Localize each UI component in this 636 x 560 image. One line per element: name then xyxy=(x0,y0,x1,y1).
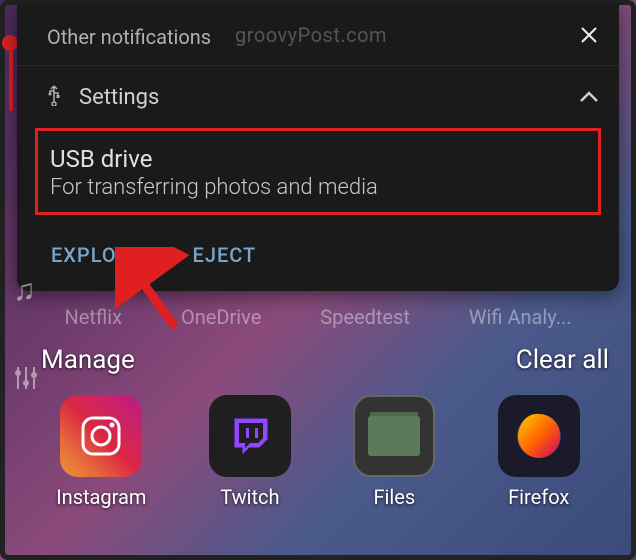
twitch-icon xyxy=(209,395,291,477)
eject-button[interactable]: EJECT xyxy=(193,243,257,267)
app-label-files: Files xyxy=(373,485,415,509)
settings-label: Settings xyxy=(79,85,159,110)
clear-all-button[interactable]: Clear all xyxy=(516,345,609,375)
app-twitch[interactable]: Twitch xyxy=(209,395,291,509)
panel-title: Other notifications xyxy=(47,25,211,49)
app-label-twitch: Twitch xyxy=(220,485,279,509)
usb-subtitle: For transferring photos and media xyxy=(50,175,586,200)
app-label-onedrive: OneDrive xyxy=(181,305,261,329)
app-label-instagram: Instagram xyxy=(56,485,146,509)
files-icon xyxy=(353,395,435,477)
watermark-text: groovyPost.com xyxy=(235,23,387,47)
app-firefox[interactable]: Firefox xyxy=(498,395,580,509)
app-label-wifi: Wifi Analy... xyxy=(469,305,572,329)
app-files[interactable]: Files xyxy=(353,395,435,509)
close-icon[interactable] xyxy=(579,23,599,51)
usb-icon xyxy=(47,84,61,110)
notification-panel: Other notifications Settings USB drive F… xyxy=(17,5,619,291)
app-row: Instagram Twitch Files Firefox xyxy=(5,395,631,509)
music-note-icon: ♫ xyxy=(13,273,36,308)
app-label-netflix: Netflix xyxy=(64,305,122,329)
chevron-up-icon[interactable] xyxy=(579,88,599,107)
background-app-row-1: Netflix OneDrive Speedtest Wifi Analy... xyxy=(5,305,631,329)
app-label-speedtest: Speedtest xyxy=(320,305,410,329)
firefox-icon xyxy=(498,395,580,477)
settings-row[interactable]: Settings xyxy=(17,66,619,124)
instagram-icon xyxy=(60,395,142,477)
slider-track xyxy=(9,51,13,111)
manage-button[interactable]: Manage xyxy=(41,345,135,375)
usb-title: USB drive xyxy=(50,145,586,173)
app-instagram[interactable]: Instagram xyxy=(56,395,146,509)
app-label-firefox: Firefox xyxy=(508,485,569,509)
usb-notification-highlight: USB drive For transferring photos and me… xyxy=(35,128,601,215)
slider-knob xyxy=(2,35,18,51)
manage-row: Manage Clear all xyxy=(5,345,631,375)
explore-button[interactable]: EXPLORE xyxy=(51,243,143,267)
action-row: EXPLORE EJECT xyxy=(17,223,619,291)
